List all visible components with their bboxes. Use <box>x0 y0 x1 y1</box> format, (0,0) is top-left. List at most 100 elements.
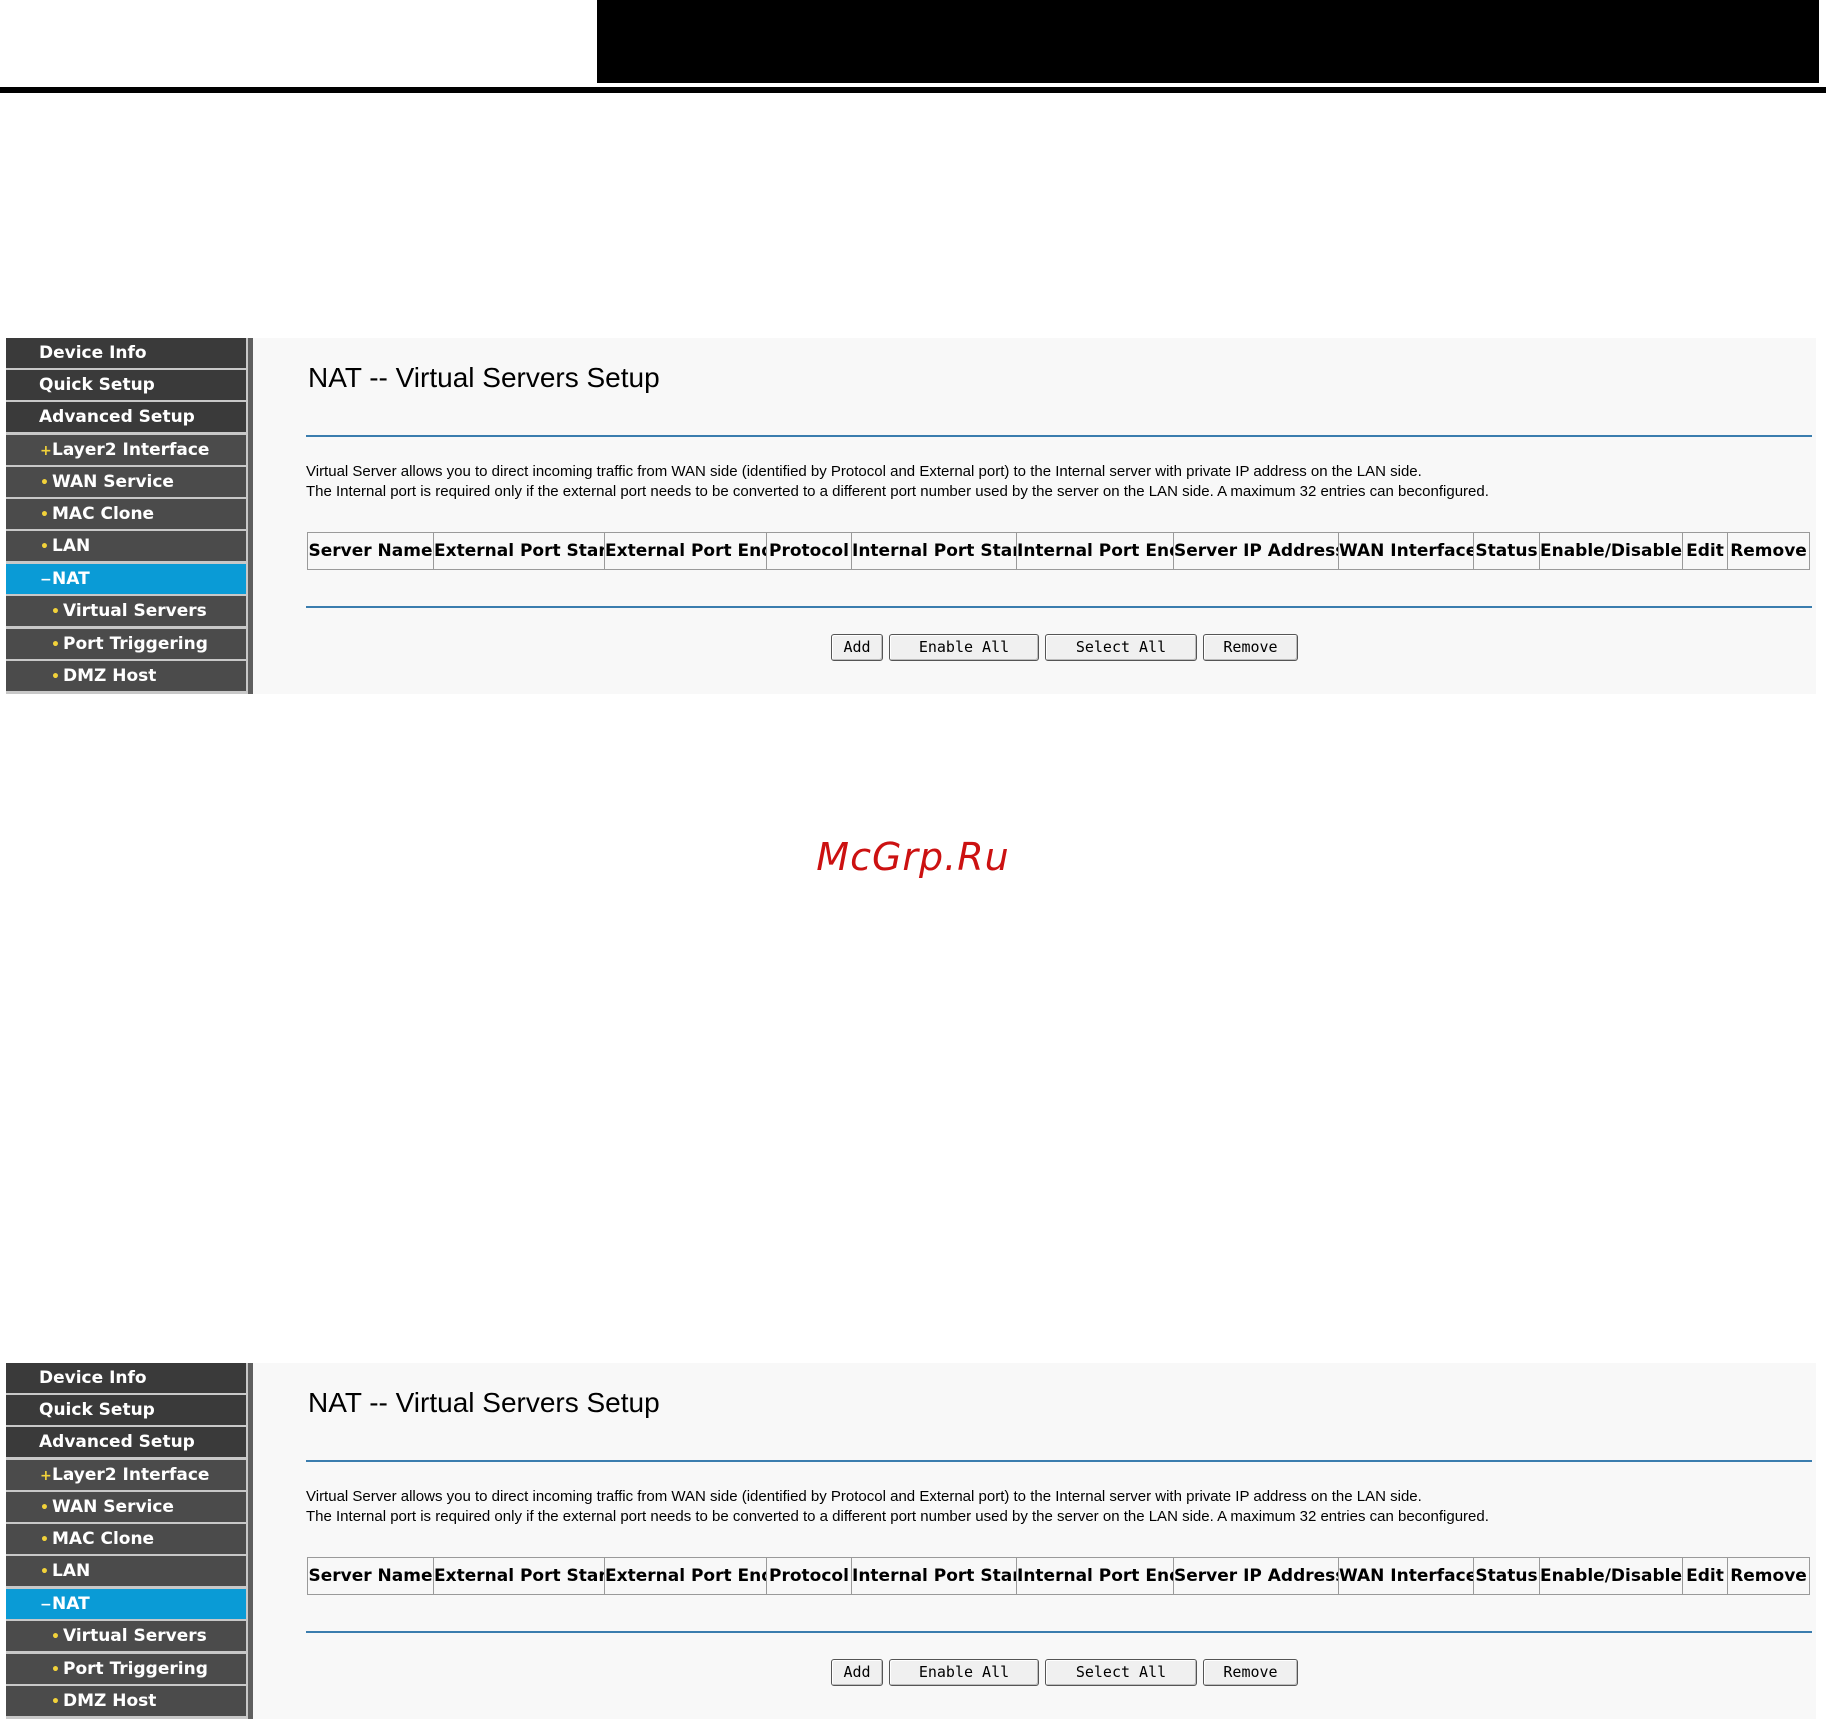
sidebar-item-label: Layer2 Interface <box>52 1465 210 1485</box>
sidebar-item-virtual-servers[interactable]: • Virtual Servers <box>6 1621 246 1651</box>
title-divider <box>306 1460 1812 1462</box>
sidebar-item-lan[interactable]: • LAN <box>6 1556 246 1586</box>
table-divider <box>306 1631 1812 1633</box>
sidebar-item-quick-setup[interactable]: Quick Setup <box>6 370 246 400</box>
sidebar-item-label: Quick Setup <box>39 375 155 395</box>
sidebar-item-advanced-setup[interactable]: Advanced Setup <box>6 1427 246 1457</box>
virtual-servers-table-header: Server Name External Port Start External… <box>307 1557 1810 1595</box>
collapse-minus-icon: − <box>40 572 52 588</box>
column-header: Internal Port End <box>1017 533 1174 569</box>
sidebar-item-dmz-host[interactable]: • DMZ Host <box>6 661 246 691</box>
page-title: NAT -- Virtual Servers Setup <box>308 1387 660 1418</box>
sidebar-item-label: LAN <box>52 1561 91 1581</box>
column-header: WAN Interface <box>1339 533 1474 569</box>
sidebar-item-label: WAN Service <box>52 472 174 492</box>
sidebar-item-port-triggering[interactable]: • Port Triggering <box>6 1654 246 1684</box>
column-header: External Port Start <box>434 533 605 569</box>
remove-button[interactable]: Remove <box>1203 1659 1298 1686</box>
description-line: The Internal port is required only if th… <box>306 483 1489 500</box>
description: Virtual Server allows you to direct inco… <box>306 1487 1489 1527</box>
bullet-icon: • <box>51 1662 60 1678</box>
sidebar-item-mac-clone[interactable]: • MAC Clone <box>6 1524 246 1554</box>
column-header: Edit <box>1683 1558 1728 1594</box>
column-header: Enable/Disable <box>1540 533 1683 569</box>
column-header: Protocol <box>767 533 852 569</box>
expand-plus-icon: + <box>40 443 52 459</box>
sidebar-item-label: LAN <box>52 536 91 556</box>
add-button[interactable]: Add <box>831 1659 883 1686</box>
sidebar-item-label: NAT <box>52 569 90 589</box>
column-header: External Port End <box>605 1558 767 1594</box>
bullet-icon: • <box>40 475 49 491</box>
sidebar-item-device-info[interactable]: Device Info <box>6 338 246 368</box>
sidebar-item-virtual-servers[interactable]: • Virtual Servers <box>6 596 246 626</box>
header-black-bar <box>597 0 1819 83</box>
sidebar-item-lan[interactable]: • LAN <box>6 531 246 561</box>
bullet-icon: • <box>40 539 49 555</box>
sidebar-item-label: Layer2 Interface <box>52 440 210 460</box>
main-content: NAT -- Virtual Servers Setup Virtual Ser… <box>306 338 1816 694</box>
column-header: Remove <box>1730 541 1807 561</box>
column-header: External Port Start <box>434 1558 605 1594</box>
bullet-icon: • <box>40 1500 49 1516</box>
bullet-icon: • <box>40 1532 49 1548</box>
bullet-icon: • <box>40 507 49 523</box>
sidebar-divider <box>248 1363 253 1719</box>
sidebar-item-layer2-interface[interactable]: +Layer2 Interface <box>6 1460 246 1490</box>
sidebar-item-advanced-setup[interactable]: Advanced Setup <box>6 402 246 432</box>
column-header: Status <box>1474 1558 1540 1594</box>
sidebar-item-label: Virtual Servers <box>63 1626 207 1646</box>
column-header: Status <box>1474 533 1540 569</box>
add-button[interactable]: Add <box>831 634 883 661</box>
enable-all-button[interactable]: Enable All <box>889 634 1039 661</box>
title-divider <box>306 435 1812 437</box>
router-screenshot-1: Device Info Quick Setup Advanced Setup +… <box>6 338 1816 694</box>
sidebar-item-label: Device Info <box>39 343 147 363</box>
sidebar-item-nat[interactable]: −NAT <box>6 564 246 594</box>
select-all-button[interactable]: Select All <box>1045 1659 1197 1686</box>
sidebar-item-label: Virtual Servers <box>63 601 207 621</box>
sidebar-item-label: Advanced Setup <box>39 1432 195 1452</box>
collapse-minus-icon: − <box>40 1597 52 1613</box>
bullet-icon: • <box>51 604 60 620</box>
sidebar-item-wan-service[interactable]: • WAN Service <box>6 467 246 497</box>
column-header: Remove <box>1730 1566 1807 1586</box>
column-header: Server IP Address <box>1174 533 1339 569</box>
bullet-icon: • <box>51 669 60 685</box>
description-line: The Internal port is required only if th… <box>306 1508 1489 1525</box>
sidebar-item-dmz-host[interactable]: • DMZ Host <box>6 1686 246 1716</box>
sidebar-item-label: Port Triggering <box>63 1659 208 1679</box>
router-screenshot-2: Device Info Quick Setup Advanced Setup +… <box>6 1363 1816 1719</box>
sidebar-item-wan-service[interactable]: • WAN Service <box>6 1492 246 1522</box>
sidebar-item-label: Quick Setup <box>39 1400 155 1420</box>
select-all-button[interactable]: Select All <box>1045 634 1197 661</box>
column-header: Internal Port End <box>1017 1558 1174 1594</box>
remove-button[interactable]: Remove <box>1203 634 1298 661</box>
sidebar-item-label: Port Triggering <box>63 634 208 654</box>
enable-all-button[interactable]: Enable All <box>889 1659 1039 1686</box>
sidebar-item-label: DMZ Host <box>63 1691 157 1711</box>
column-header: Server Name <box>308 533 434 569</box>
sidebar: Device Info Quick Setup Advanced Setup +… <box>6 1363 248 1719</box>
sidebar-item-port-triggering[interactable]: • Port Triggering <box>6 629 246 659</box>
column-header: WAN Interface <box>1339 1558 1474 1594</box>
sidebar-divider <box>248 338 253 694</box>
sidebar-item-layer2-interface[interactable]: +Layer2 Interface <box>6 435 246 465</box>
bullet-icon: • <box>40 1564 49 1580</box>
description-line: Virtual Server allows you to direct inco… <box>306 1488 1422 1505</box>
sidebar-item-label: Advanced Setup <box>39 407 195 427</box>
bullet-icon: • <box>51 1629 60 1645</box>
sidebar-item-mac-clone[interactable]: • MAC Clone <box>6 499 246 529</box>
sidebar-item-device-info[interactable]: Device Info <box>6 1363 246 1393</box>
column-header: External Port End <box>605 533 767 569</box>
sidebar-item-quick-setup[interactable]: Quick Setup <box>6 1395 246 1425</box>
description-line: Virtual Server allows you to direct inco… <box>306 463 1422 480</box>
column-header: Protocol <box>767 1558 852 1594</box>
sidebar-item-label: Device Info <box>39 1368 147 1388</box>
sidebar-item-nat[interactable]: −NAT <box>6 1589 246 1619</box>
description: Virtual Server allows you to direct inco… <box>306 462 1489 502</box>
virtual-servers-table-header: Server Name External Port Start External… <box>307 532 1810 570</box>
header-rule <box>0 87 1826 93</box>
expand-plus-icon: + <box>40 1468 52 1484</box>
sidebar-item-label: DMZ Host <box>63 666 157 686</box>
